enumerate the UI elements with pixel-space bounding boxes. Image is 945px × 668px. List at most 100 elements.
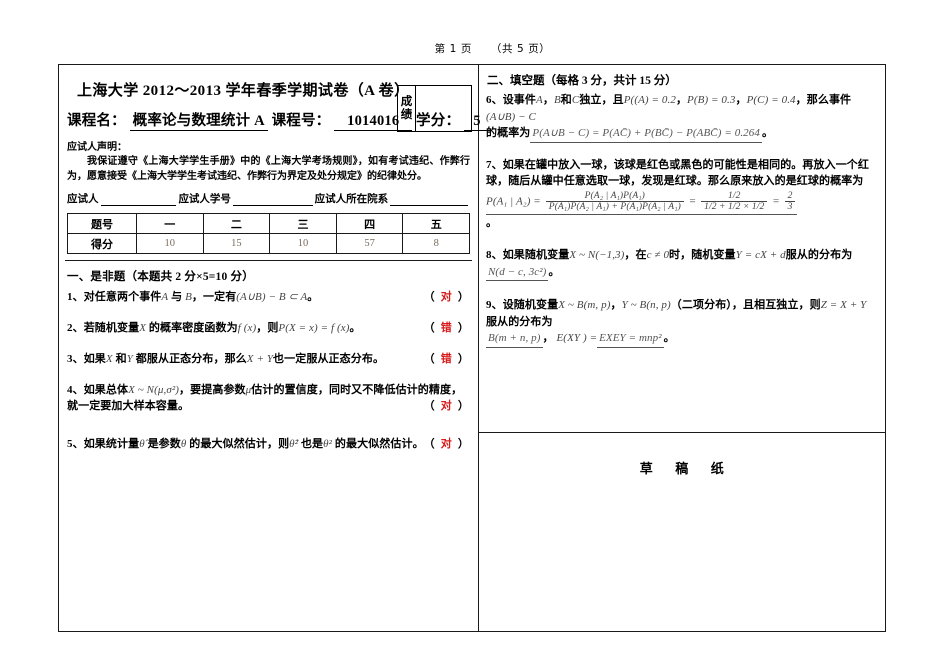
question-6-t1: 设事件 xyxy=(502,94,537,106)
question-6-f1: P((A) = 0.2 xyxy=(623,94,676,106)
question-9-t4: 服从的分布为 xyxy=(486,315,553,328)
question-1-tail: 。 xyxy=(307,291,319,303)
score-box: 成 绩 xyxy=(397,85,472,132)
question-5-answer: （ 对 ） xyxy=(424,437,469,453)
question-3-mid: 和 xyxy=(115,352,127,365)
score-label-char-1: 成 xyxy=(400,96,413,109)
question-3-text: 如果 xyxy=(83,352,106,365)
question-6-var-a: A xyxy=(536,94,543,106)
question-4-answer: （ 对 ） xyxy=(424,399,469,415)
paren-close: ） xyxy=(457,399,469,412)
question-4-number: 4、 xyxy=(67,383,84,396)
left-column: 成 绩 上海大学 2012～2013 学年春季学期试卷（A 卷） 课程名： 概率… xyxy=(59,65,490,631)
question-4-text2: ，要提高参数 xyxy=(179,383,246,396)
question-8-number: 8、 xyxy=(486,249,503,262)
question-9-answer-1[interactable]: B(m + n, p) xyxy=(486,330,543,348)
table-row: 题号 一 二 三 四 五 xyxy=(67,213,470,234)
question-9-f3: Z = X + Y xyxy=(820,299,867,312)
question-6-t5: ， xyxy=(675,94,688,106)
score-box-input[interactable] xyxy=(416,86,471,131)
exam-header-block: 成 绩 上海大学 2012～2013 学年春季学期试卷（A 卷） 课程名： 概率… xyxy=(59,79,490,261)
score-value-1: 10 xyxy=(136,233,204,254)
question-1-mid: 与 xyxy=(171,291,183,303)
paren-open: （ xyxy=(423,437,435,450)
question-4: 4、如果总体X ~ N(μ,σ²)，要提高参数μ估计的置信度，同时又不降低估计的… xyxy=(67,383,471,415)
question-5-formula-2: θ̂² xyxy=(289,437,299,450)
question-3-text3: 也一定服从正态分布。 xyxy=(273,352,385,365)
score-box-label: 成 绩 xyxy=(398,86,416,131)
question-3-formula: X + Y xyxy=(246,352,274,365)
question-8-t4: 服从的分布为 xyxy=(785,249,853,262)
academic-years: 2012～2013 xyxy=(142,83,222,99)
question-2-text: 若随机变量 xyxy=(83,321,140,334)
question-6-var-b: B xyxy=(553,94,561,106)
candidate-id-input[interactable] xyxy=(232,194,313,206)
question-2-tail: 。 xyxy=(349,321,361,334)
question-7-fraction-3: 2 3 xyxy=(784,191,796,213)
table-row: 得分 10 15 10 57 8 xyxy=(67,233,470,254)
question-6-f3: P(C) = 0.4 xyxy=(746,94,796,106)
question-9-f1: X ~ B(m, p) xyxy=(558,299,611,312)
score-value-5: 8 xyxy=(402,233,470,254)
true-false-section: 一、是非题（本题共 2 分×5=10 分） 1、对任意两个事件A 与 B，一定有… xyxy=(59,261,478,453)
candidate-dept-input[interactable] xyxy=(390,194,468,206)
question-8-t1: 如果随机变量 xyxy=(502,249,570,262)
score-table-q-4: 四 xyxy=(335,213,404,234)
question-5: 5、如果统计量θ̂ 是参数θ 的最大似然估计，则θ̂² 也是θ² 的最大似然估计… xyxy=(67,437,471,453)
university-name: 上海大学 xyxy=(77,83,139,99)
question-8-t3: 时，随机变量 xyxy=(669,249,736,262)
course-name-value: 概率论与数理统计 A xyxy=(129,109,268,131)
question-9-number: 9、 xyxy=(486,299,503,312)
paren-open: （ xyxy=(423,321,435,334)
score-value-4: 57 xyxy=(335,233,404,254)
question-8-answer[interactable]: N(d − c, 3c²) xyxy=(486,264,549,282)
question-5-var-theta-sq: θ² xyxy=(323,437,333,450)
question-1: 1、对任意两个事件A 与 B，一定有(A∪B) − B ⊂ A。 （ 对 ） xyxy=(67,290,471,306)
question-7-answer[interactable]: P(A₁ | A₂) = P(A₂ | A₁)P(A₁) P(A₁)P(A₂ |… xyxy=(486,191,798,215)
header-divider xyxy=(65,260,472,261)
question-5-text2: 是参数 xyxy=(147,437,181,450)
question-3-answer-mark: 错 xyxy=(440,352,452,365)
question-4-text: 如果总体 xyxy=(83,383,129,396)
question-9-answer-2[interactable]: EXEY = mnp² xyxy=(597,330,664,348)
draft-paper-label: 草稿纸 xyxy=(479,458,885,477)
question-7-frac1-denominator: P(A₁)P(A₂ | A₁) + P(Ā₁)P(A₂ | Ā₁) xyxy=(548,202,681,213)
paren-open: （ xyxy=(423,291,435,303)
page-number-total: （共 5 页） xyxy=(490,43,551,55)
candidate-name-input[interactable] xyxy=(100,194,177,206)
paren-close: ） xyxy=(457,291,469,303)
declaration-body: 我保证遵守《上海大学学生手册》中的《上海大学考场规则》，如有考试违纪、作弊行为，… xyxy=(67,156,470,182)
question-9-t3: （二项分布），且相互独立，则 xyxy=(670,299,821,312)
page-number-current: 第 1 页 xyxy=(434,43,472,55)
score-table-q-5: 五 xyxy=(402,213,470,234)
score-table-q-2: 二 xyxy=(202,213,271,234)
question-2-answer-mark: 错 xyxy=(440,321,452,334)
question-5-text: 如果统计量 xyxy=(83,437,140,450)
score-table: 题号 一 二 三 四 五 得分 10 15 10 57 8 xyxy=(67,213,470,254)
question-9: 9、设随机变量X ~ B(m, p)，Y ~ B(n, p)（二项分布），且相互… xyxy=(486,297,877,348)
question-7-text: 如果在罐中放入一球，该球是红色或黑色的可能性是相同的。再放入一个红球，随后从罐中… xyxy=(486,158,870,188)
question-6: 6、设事件A，B和C独立，且P((A) = 0.2，P(B) = 0.3，P(C… xyxy=(486,92,877,143)
question-7-frac1-numerator: P(A₂ | A₁)P(A₁) xyxy=(545,191,684,203)
question-8: 8、如果随机变量X ~ N(−1,3)，在c ≠ 0时，随机变量Y = cX +… xyxy=(486,247,877,282)
question-3-answer: （ 错 ） xyxy=(424,352,469,368)
candidate-id-label: 应试人学号 xyxy=(178,194,231,205)
paren-close: ） xyxy=(457,352,469,365)
score-label-char-2: 绩 xyxy=(400,108,413,121)
score-table-header-label: 题号 xyxy=(67,213,137,234)
question-7-fraction-1: P(A₂ | A₁)P(A₁) P(A₁)P(A₂ | A₁) + P(Ā₁)P… xyxy=(545,191,684,213)
draft-paper-area[interactable]: 草稿纸 xyxy=(479,433,885,631)
question-7-frac3-numerator: 2 xyxy=(784,191,796,203)
question-8-tail: 。 xyxy=(548,265,560,278)
question-4-answer-mark: 对 xyxy=(440,399,452,412)
question-6-answer[interactable]: P(A∪B − C) = P(AC̄) + P(BC̄) − P(ABC̄) =… xyxy=(530,125,762,143)
question-5-number: 5、 xyxy=(67,437,84,450)
question-2-text3: ，则 xyxy=(256,321,279,334)
course-name-label: 课程名： xyxy=(67,113,126,129)
right-column: 二、填空题（每格 3 分，共计 15 分） 6、设事件A，B和C独立，且P((A… xyxy=(479,65,885,631)
question-7-frac3-denominator: 3 xyxy=(787,202,793,213)
score-table-score-label: 得分 xyxy=(67,233,137,254)
question-2-formula-2: P(X = x) = f (x) xyxy=(278,321,350,334)
section-title-fill-blank: 二、填空题（每格 3 分，共计 15 分） xyxy=(487,75,677,87)
question-5-var-theta: θ xyxy=(180,437,187,450)
